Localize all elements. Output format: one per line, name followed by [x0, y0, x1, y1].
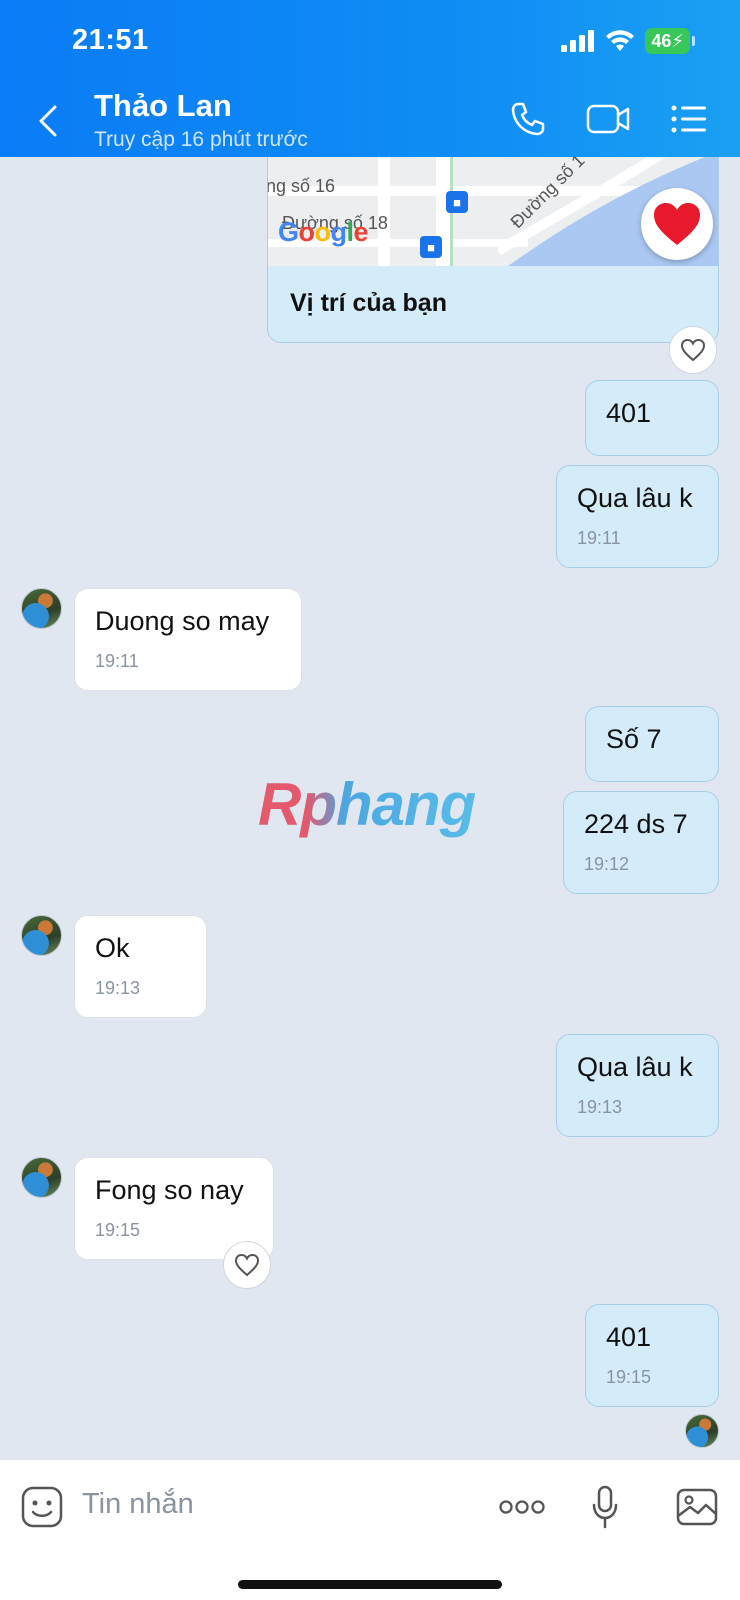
more-options-button[interactable] [498, 1482, 546, 1532]
sent-message[interactable]: 401 [585, 380, 719, 456]
bus-stop-icon: ■ [446, 191, 468, 213]
message-text: 224 ds 7 [584, 809, 688, 839]
voice-button[interactable] [590, 1482, 620, 1532]
list-menu-icon [671, 105, 706, 133]
sent-message[interactable]: 401 19:15 [585, 1304, 719, 1407]
home-indicator [238, 1580, 502, 1589]
battery-level: 46 [651, 31, 672, 51]
sent-message[interactable]: Qua lâu k 19:11 [556, 465, 719, 568]
message-input[interactable]: Tin nhắn [82, 1488, 194, 1521]
sent-message[interactable]: 224 ds 7 19:12 [563, 791, 719, 894]
message-text: 401 [606, 398, 652, 428]
chat-header: 21:51 46⚡ Thảo Lan Truy cập 16 phút trướ… [0, 0, 740, 157]
message-text: Qua lâu k [577, 483, 693, 513]
sticker-button[interactable] [20, 1482, 64, 1532]
location-caption: Vị trí của bạn [290, 289, 447, 317]
message-text: 401 [606, 1322, 652, 1352]
react-button[interactable] [669, 326, 717, 374]
google-logo: Google [278, 217, 369, 247]
more-dots-icon [499, 1500, 545, 1514]
watermark: Rphang [258, 771, 476, 838]
message-time: 19:15 [606, 1367, 652, 1387]
sent-message[interactable]: Qua lâu k 19:13 [556, 1034, 719, 1137]
video-camera-icon [586, 104, 630, 134]
chevron-left-icon [39, 105, 57, 137]
sticker-icon [21, 1486, 63, 1528]
react-button[interactable] [223, 1241, 271, 1289]
message-time: 19:15 [95, 1220, 141, 1240]
status-time: 21:51 [72, 24, 149, 56]
status-icons: 46⚡ [561, 28, 695, 54]
contact-avatar[interactable] [21, 1157, 62, 1198]
contact-name[interactable]: Thảo Lan [94, 88, 232, 124]
received-message[interactable]: Duong so may 19:11 [74, 588, 302, 691]
sent-message[interactable]: Số 7 [585, 706, 719, 782]
menu-button[interactable] [664, 96, 714, 142]
message-text: Fong so nay [95, 1175, 244, 1205]
video-call-button[interactable] [583, 96, 633, 142]
message-text: Duong so may [95, 606, 270, 636]
battery-indicator: 46⚡ [645, 28, 695, 54]
phone-icon [511, 102, 545, 136]
message-time: 19:11 [95, 651, 139, 671]
signal-icon [561, 30, 595, 52]
message-text: Qua lâu k [577, 1052, 693, 1082]
heart-outline-icon [234, 1253, 260, 1277]
message-time: 19:13 [95, 978, 141, 998]
call-button[interactable] [503, 96, 553, 142]
image-icon [676, 1488, 718, 1526]
heart-icon [654, 203, 700, 245]
heart-outline-icon [680, 338, 706, 362]
message-text: Số 7 [606, 724, 662, 754]
message-time: 19:13 [577, 1097, 623, 1117]
contact-avatar[interactable] [21, 588, 62, 629]
microphone-icon [592, 1485, 618, 1529]
message-time: 19:11 [577, 528, 621, 548]
contact-last-seen: Truy cập 16 phút trước [94, 128, 308, 151]
message-input-bar: Tin nhắn [0, 1460, 740, 1600]
charging-icon: ⚡ [671, 31, 684, 51]
received-message[interactable]: Ok 19:13 [74, 915, 207, 1018]
back-button[interactable] [28, 96, 68, 146]
message-time: 19:12 [584, 854, 630, 874]
heart-reaction[interactable] [641, 188, 713, 260]
seen-avatar [685, 1414, 719, 1448]
contact-avatar[interactable] [21, 915, 62, 956]
bus-stop-icon: ■ [420, 236, 442, 258]
map-street-label: ng số 16 [268, 176, 336, 196]
wifi-icon [606, 30, 635, 51]
image-button[interactable] [675, 1482, 719, 1532]
message-text: Ok [95, 933, 130, 963]
